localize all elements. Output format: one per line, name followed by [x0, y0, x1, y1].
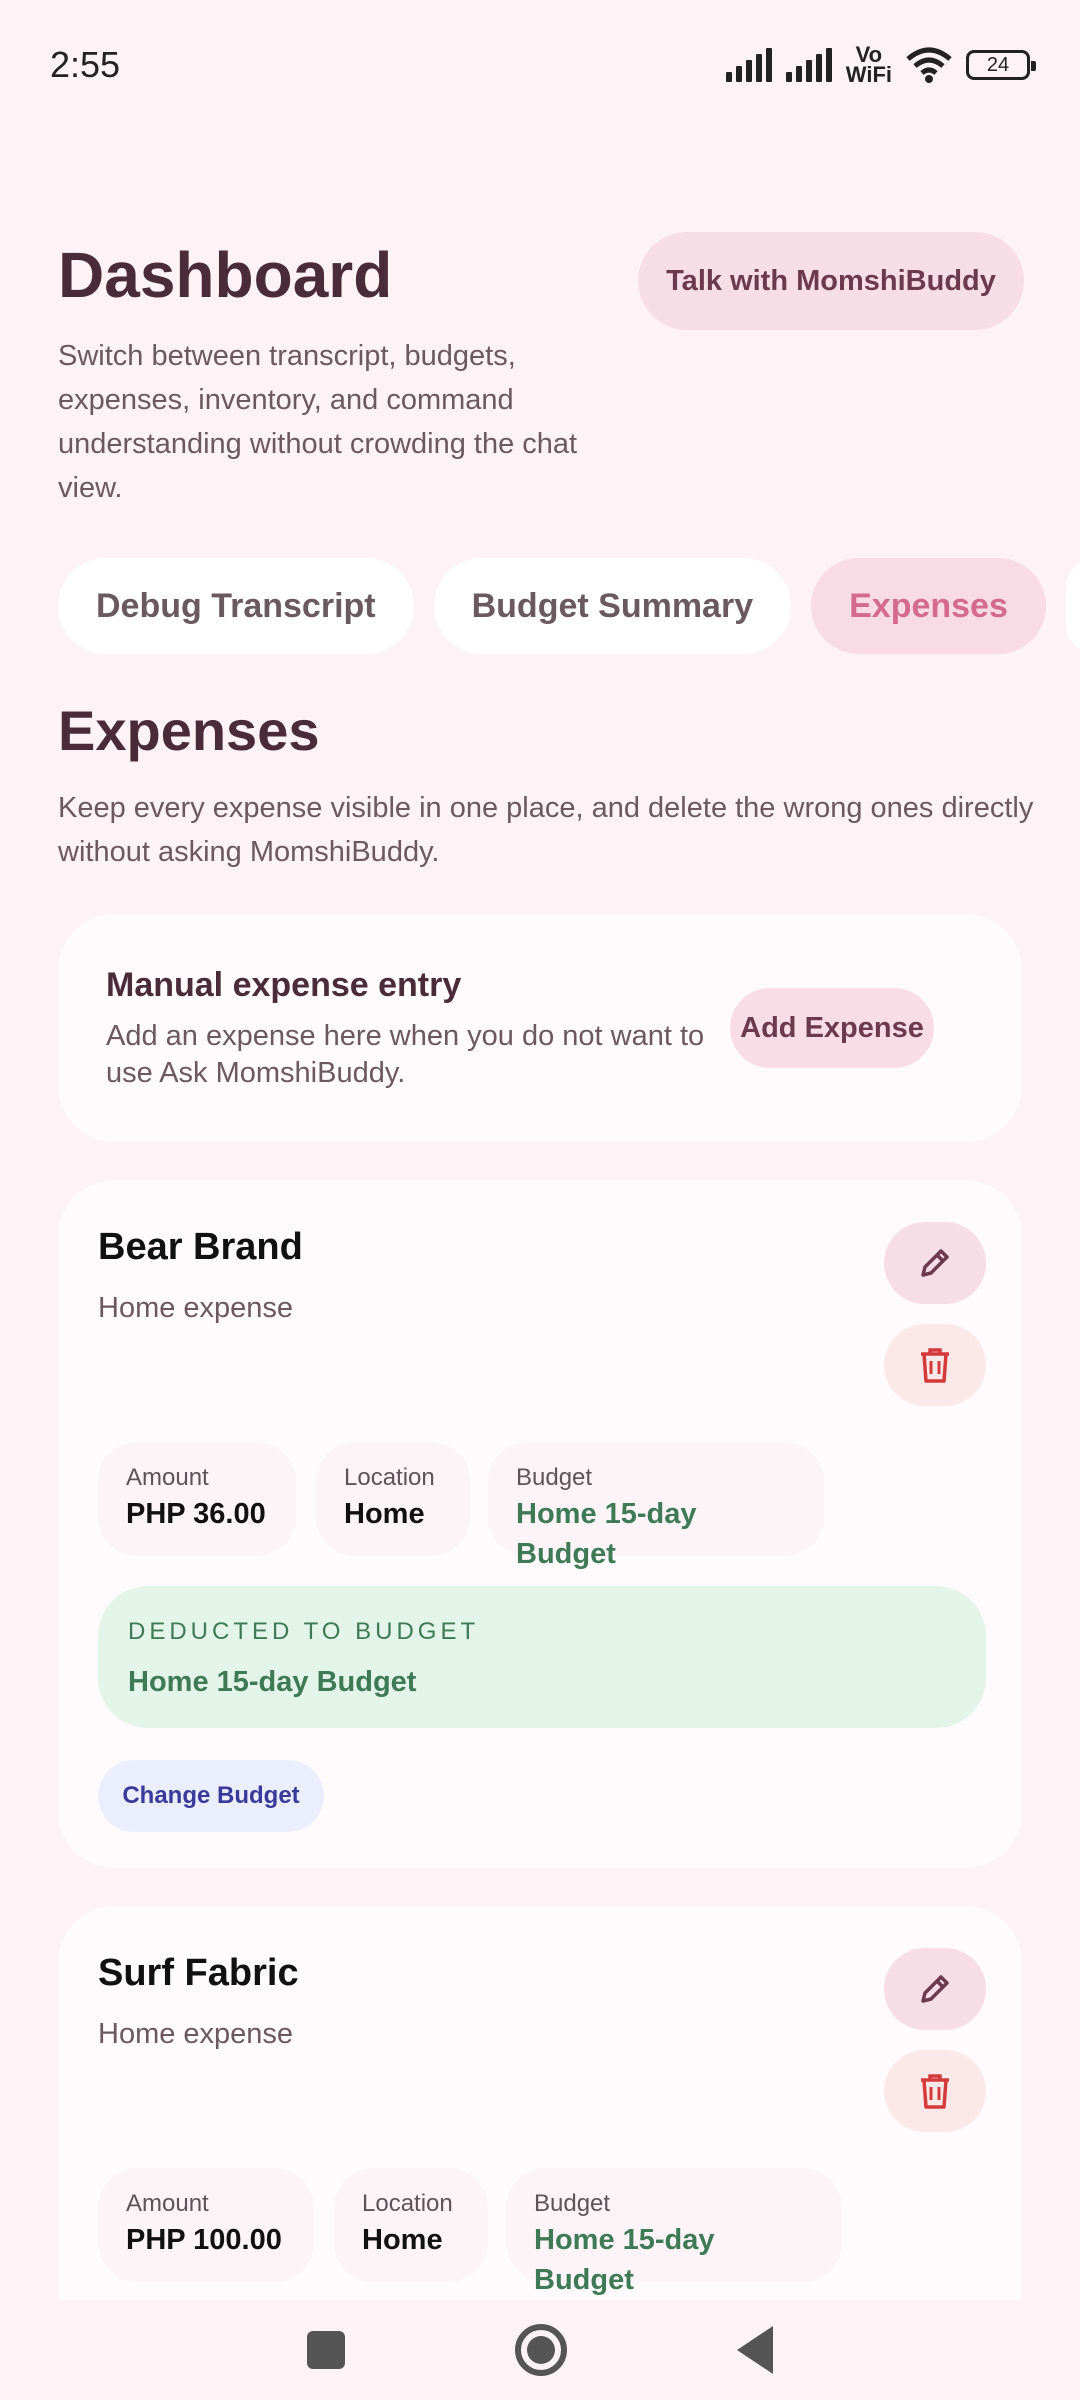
tab-next-partial[interactable] [1065, 558, 1080, 654]
deducted-label: DEDUCTED TO BUDGET [128, 1618, 480, 1645]
trash-icon [921, 2074, 949, 2109]
trash-icon [921, 1348, 949, 1383]
location-value: Home [362, 2224, 443, 2256]
change-budget-button[interactable]: Change Budget [98, 1760, 324, 1832]
recents-button[interactable] [307, 2331, 345, 2369]
budget-chip: Budget Home 15-day Budget [488, 1442, 824, 1570]
home-button[interactable] [515, 2324, 567, 2376]
amount-label: Amount [126, 1464, 209, 1491]
pencil-icon [921, 1975, 949, 2003]
signal-icon [725, 48, 772, 82]
status-time: 2:55 [50, 44, 121, 85]
battery-icon: 24 [966, 50, 1036, 80]
manual-entry-card: Manual expense entry Add an expense here… [58, 914, 1022, 1142]
tab-bar: Debug Transcript Budget Summary Expenses [58, 558, 1080, 654]
amount-chip: Amount PHP 36.00 [98, 1442, 296, 1556]
budget-chip: Budget Home 15-day Budget [506, 2168, 842, 2296]
add-expense-button[interactable]: Add Expense [730, 988, 934, 1068]
vowifi-icon: Vo WiFi [845, 42, 892, 87]
expense-category: Home expense [98, 1292, 294, 1324]
amount-label: Amount [126, 2190, 209, 2217]
battery-level: 24 [986, 53, 1010, 76]
amount-chip: Amount PHP 100.00 [98, 2168, 314, 2282]
location-label: Location [344, 1464, 435, 1491]
home-icon [527, 2336, 555, 2364]
delete-button[interactable] [884, 2050, 986, 2132]
expense-name: Surf Fabric [98, 1952, 299, 1994]
expense-category: Home expense [98, 2018, 294, 2050]
pencil-icon [921, 1249, 949, 1277]
location-label: Location [362, 2190, 453, 2217]
status-icons: Vo WiFi 24 [725, 42, 1036, 87]
section-title: Expenses [58, 699, 320, 762]
budget-label: Budget [516, 1464, 593, 1491]
manual-entry-title: Manual expense entry [106, 966, 462, 1004]
deducted-to-budget-panel: DEDUCTED TO BUDGET Home 15-day Budget [98, 1586, 986, 1728]
amount-value: PHP 36.00 [126, 1498, 266, 1530]
signal-icon-2 [785, 48, 832, 82]
location-value: Home [344, 1498, 425, 1530]
location-chip: Location Home [334, 2168, 488, 2282]
amount-value: PHP 100.00 [126, 2224, 282, 2256]
edit-button[interactable] [884, 1948, 986, 2030]
back-button[interactable] [737, 2326, 773, 2374]
expense-card: Bear Brand Home expense Amount PHP 36.00… [58, 1180, 1022, 1868]
page-subtitle: Switch between transcript, budgets, expe… [58, 340, 578, 504]
edit-button[interactable] [884, 1222, 986, 1304]
delete-button[interactable] [884, 1324, 986, 1406]
manual-entry-description: Add an expense here when you do not want… [106, 1020, 705, 1089]
expense-card: Surf Fabric Home expense Amount PHP 100.… [58, 1906, 1022, 2300]
tab-budget-summary[interactable]: Budget Summary [433, 558, 792, 654]
tab-expenses[interactable]: Expenses [811, 558, 1046, 654]
expense-name: Bear Brand [98, 1226, 303, 1268]
deducted-budget-value: Home 15-day Budget [128, 1666, 417, 1698]
budget-value: Home 15-day Budget [516, 1498, 697, 1570]
wifi-icon [906, 47, 952, 83]
section-description: Keep every expense visible in one place,… [58, 792, 1034, 868]
budget-value: Home 15-day Budget [534, 2224, 715, 2296]
system-nav-bar [0, 2300, 1080, 2400]
location-chip: Location Home [316, 1442, 470, 1556]
status-bar: 2:55 Vo WiFi 24 [0, 0, 1080, 130]
tab-debug-transcript[interactable]: Debug Transcript [58, 558, 414, 654]
page-title: Dashboard [58, 239, 393, 311]
budget-label: Budget [534, 2190, 611, 2217]
talk-with-momshibuddy-button[interactable]: Talk with MomshiBuddy [638, 232, 1024, 330]
